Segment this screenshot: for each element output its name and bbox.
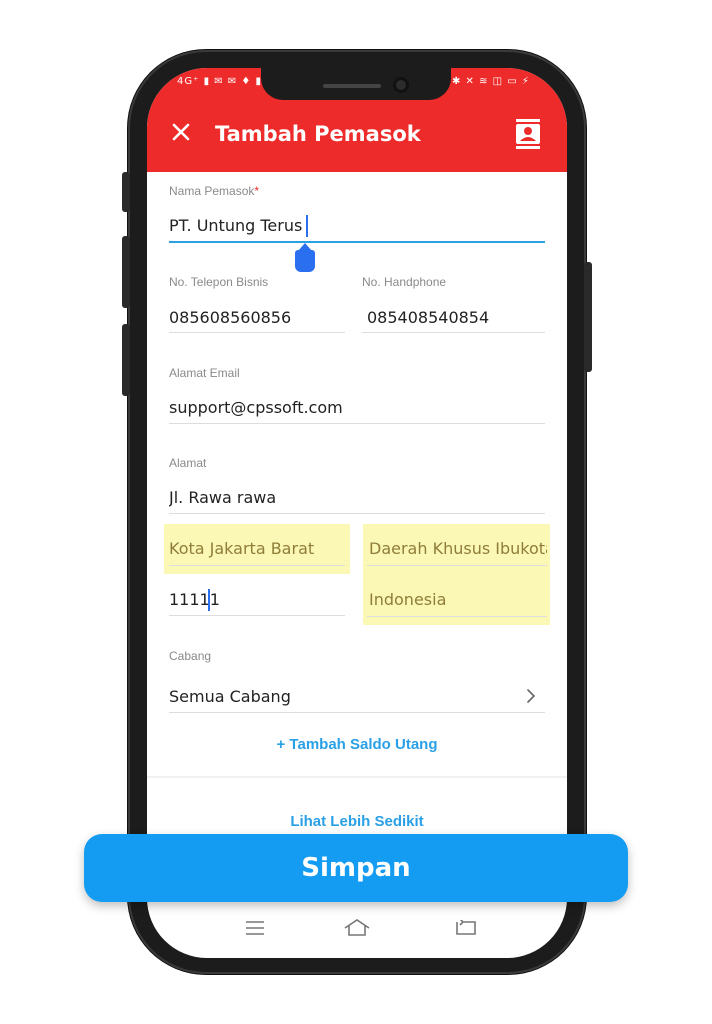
address-underline <box>169 513 545 514</box>
contact-book-icon[interactable] <box>515 119 541 149</box>
mobile-phone-input[interactable]: 085408540854 <box>367 308 489 327</box>
close-icon[interactable] <box>169 120 193 144</box>
add-debt-balance-link[interactable]: + Tambah Saldo Utang <box>147 736 567 753</box>
address-input[interactable]: Jl. Rawa rawa <box>169 488 276 507</box>
email-input[interactable]: support@cpssoft.com <box>169 398 343 417</box>
mobile-phone-label: No. Handphone <box>362 275 447 289</box>
country-underline <box>367 616 547 617</box>
side-button-volume-down <box>122 324 130 396</box>
business-phone-label: No. Telepon Bisnis <box>169 275 269 289</box>
status-icons-left: 4G⁺ ▮ ✉ ✉ ♦ ▮ <box>177 76 263 87</box>
postal-code-underline <box>169 615 345 616</box>
email-underline <box>169 423 545 424</box>
business-phone-input[interactable]: 085608560856 <box>169 308 291 327</box>
city-input[interactable]: Kota Jakarta Barat <box>169 539 314 558</box>
supplier-name-input[interactable]: PT. Untung Terus <box>169 216 302 235</box>
text-cursor <box>306 215 308 237</box>
section-divider <box>147 776 567 778</box>
supplier-name-label-text: Nama Pemasok <box>169 184 255 198</box>
branch-select[interactable]: Semua Cabang <box>169 687 291 706</box>
page-title: Tambah Pemasok <box>215 122 421 146</box>
region-field-highlight: Daerah Khusus Ibukota Indonesia <box>363 524 550 625</box>
province-input[interactable]: Daerah Khusus Ibukota <box>369 539 547 558</box>
camera-notch <box>261 68 451 100</box>
side-button-power <box>584 262 592 372</box>
system-nav-bar <box>147 904 567 958</box>
back-icon[interactable] <box>455 920 477 936</box>
business-phone-underline <box>169 332 345 333</box>
mobile-phone-underline <box>362 332 545 333</box>
postal-code-input[interactable]: 11111 <box>169 590 220 609</box>
supplier-name-label: Nama Pemasok* <box>169 184 259 198</box>
side-button-volume-up <box>122 236 130 308</box>
text-selection-handle[interactable] <box>295 243 315 272</box>
home-icon[interactable] <box>343 918 371 936</box>
required-mark: * <box>254 184 260 198</box>
save-button[interactable]: Simpan <box>84 834 628 902</box>
side-button-top <box>122 172 130 212</box>
menu-icon[interactable] <box>245 920 265 936</box>
status-icons-right: ✱ ✕ ≋ ◫ ▭ ⚡ <box>452 76 530 87</box>
country-input[interactable]: Indonesia <box>369 590 446 609</box>
city-field-highlight[interactable]: Kota Jakarta Barat <box>164 524 350 574</box>
address-label: Alamat <box>169 456 207 470</box>
see-less-link[interactable]: Lihat Lebih Sedikit <box>147 813 567 830</box>
province-underline <box>367 565 547 566</box>
phone-screen: 4G⁺ ▮ ✉ ✉ ♦ ▮ ✱ ✕ ≋ ◫ ▭ ⚡ Tambah Pemasok… <box>147 68 567 958</box>
front-camera <box>393 77 409 93</box>
postal-code-cursor <box>208 589 210 611</box>
branch-label: Cabang <box>169 649 212 663</box>
chevron-right-icon[interactable] <box>525 688 537 704</box>
branch-underline <box>169 712 545 713</box>
speaker-grille <box>323 84 381 88</box>
email-label: Alamat Email <box>169 366 240 380</box>
city-underline <box>169 565 345 566</box>
supplier-name-underline <box>169 241 545 243</box>
